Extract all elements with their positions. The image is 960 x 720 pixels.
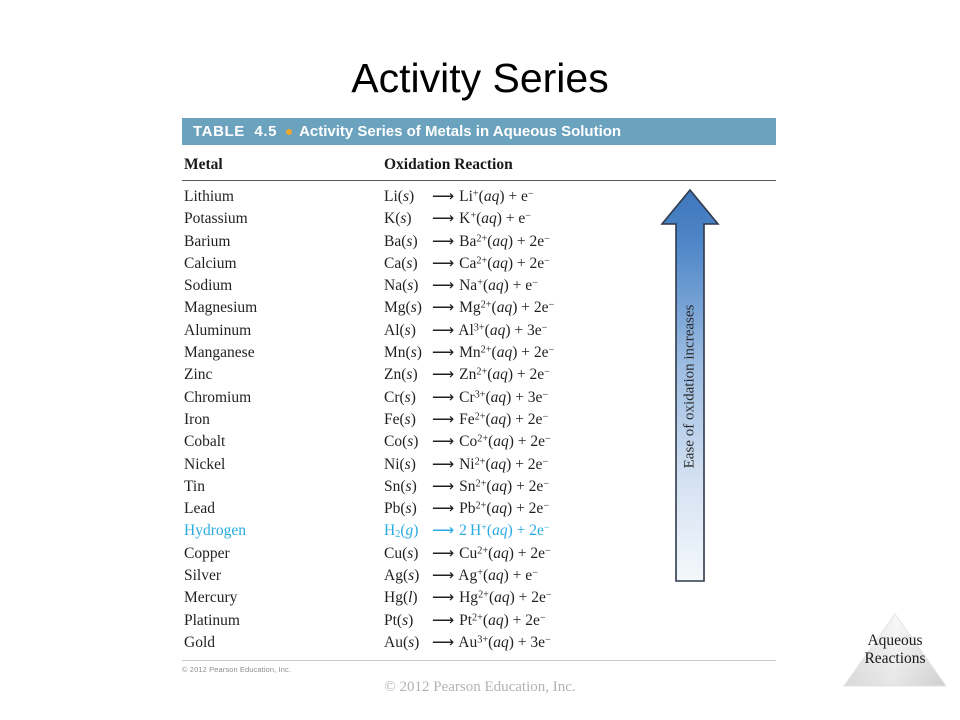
metal-name: Silver: [184, 567, 222, 585]
metal-name: Chromium: [184, 388, 252, 406]
arrow-shape: [660, 188, 720, 582]
metal-name: Zinc: [184, 366, 213, 384]
page-title: Activity Series: [351, 55, 609, 101]
metal-name: Magnesium: [184, 299, 258, 317]
metal-name: Barium: [184, 232, 231, 250]
column-header-reaction: Oxidation Reaction: [384, 156, 513, 173]
metal-name: Hydrogen: [184, 522, 246, 540]
metal-name: Potassium: [184, 210, 248, 228]
slide-footer-copyright: © 2012 Pearson Education, Inc.: [384, 679, 576, 695]
oxidation-reaction: Hg(l) ⟶ Hg2+(aq) + 2e−: [384, 589, 552, 607]
chapter-badge-text: Aqueous Reactions: [836, 608, 954, 692]
metal-name: Copper: [184, 544, 230, 562]
metal-name: Calcium: [184, 254, 237, 272]
metal-name: Mercury: [184, 589, 238, 607]
metal-name: Iron: [184, 410, 210, 428]
metal-name: Gold: [184, 633, 215, 651]
metal-name: Lithium: [184, 188, 234, 205]
table-row: Platinum Pt(s) ⟶ Pt2+(aq) + 2e−: [182, 610, 776, 632]
chapter-badge-line1: Aqueous: [867, 631, 923, 649]
metal-name: Manganese: [184, 344, 255, 362]
metal-name: Nickel: [184, 455, 226, 473]
ease-of-oxidation-arrow: Ease of oxidation increases: [660, 188, 720, 584]
metal-name: Cobalt: [184, 433, 226, 451]
table-number: TABLE 4.5: [193, 123, 278, 140]
table-row: Gold Au(s) ⟶ Au3+(aq) + 3e−: [182, 632, 776, 654]
table-title: Activity Series of Metals in Aqueous Sol…: [299, 123, 622, 140]
metal-name: Lead: [184, 500, 215, 518]
bullet-icon: [286, 128, 293, 135]
metal-name: Sodium: [184, 277, 233, 295]
table-credit: © 2012 Pearson Education, Inc.: [182, 665, 292, 675]
oxidation-reaction: Pt(s) ⟶ Pt2+(aq) + 2e−: [384, 611, 546, 629]
metal-name: Aluminum: [184, 321, 252, 339]
column-header-metal: Metal: [184, 156, 223, 173]
chapter-badge-line2: Reactions: [864, 650, 926, 667]
chapter-badge: Aqueous Reactions: [836, 608, 954, 692]
oxidation-reaction: Au(s) ⟶ Au3+(aq) + 3e−: [384, 633, 551, 651]
table-column-headers: Metal Oxidation Reaction: [182, 145, 776, 181]
table-header-bar: TABLE 4.5 Activity Series of Metals in A…: [182, 118, 776, 145]
metal-name: Platinum: [184, 611, 240, 629]
metal-name: Tin: [184, 477, 205, 495]
table-row: Mercury Hg(l) ⟶ Hg2+(aq) + 2e−: [182, 587, 776, 609]
